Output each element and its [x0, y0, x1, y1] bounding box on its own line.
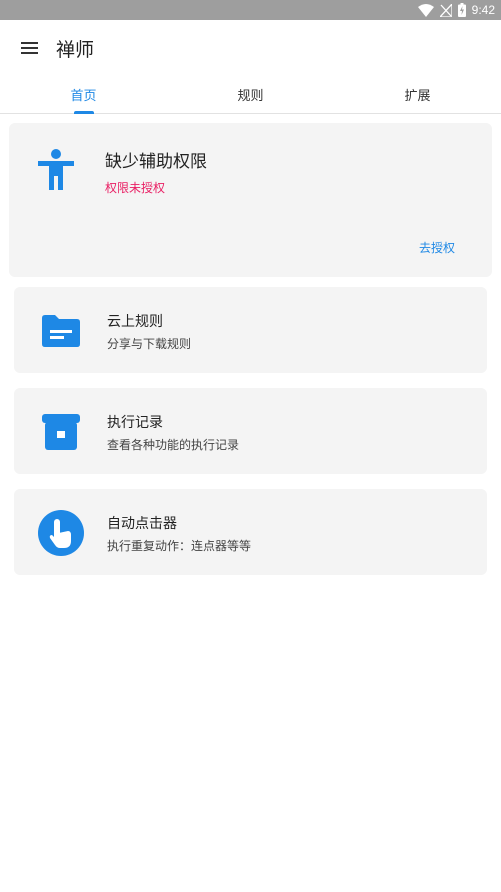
tab-bar: 首页 规则 扩展 [0, 76, 501, 114]
permission-card: 缺少辅助权限 权限未授权 去授权 [9, 123, 492, 277]
auto-clicker-title: 自动点击器 [107, 516, 177, 532]
tab-rules-label: 规则 [237, 89, 264, 104]
battery-charging-icon [457, 3, 466, 17]
auto-clicker-subtitle: 执行重复动作：连点器等等 [107, 539, 252, 553]
permission-status: 权限未授权 [105, 181, 166, 195]
grant-permission-button[interactable]: 去授权 [419, 239, 455, 256]
cloud-rules-card[interactable]: 云上规则 分享与下载规则 [14, 287, 487, 373]
touch-icon [38, 510, 84, 556]
status-time: 9:42 [471, 3, 495, 17]
tab-extensions[interactable]: 扩展 [334, 76, 501, 113]
archive-icon [38, 409, 84, 455]
folder-icon [38, 308, 84, 354]
permission-title: 缺少辅助权限 [105, 152, 207, 172]
menu-icon[interactable] [0, 20, 60, 76]
tab-indicator [73, 111, 94, 114]
tab-extensions-label: 扩展 [404, 89, 431, 104]
cloud-rules-title: 云上规则 [107, 314, 163, 330]
execution-log-title: 执行记录 [107, 415, 163, 431]
status-bar: 9:42 [0, 0, 501, 20]
no-signal-icon [439, 3, 452, 17]
execution-log-subtitle: 查看各种功能的执行记录 [107, 438, 240, 452]
accessibility-icon [36, 148, 76, 192]
app-title: 禅师 [56, 38, 95, 61]
app-bar: 禅师 [0, 20, 501, 76]
tab-rules[interactable]: 规则 [167, 76, 334, 113]
tab-home-label: 首页 [70, 89, 97, 104]
auto-clicker-card[interactable]: 自动点击器 执行重复动作：连点器等等 [14, 489, 487, 575]
wifi-icon [417, 3, 434, 17]
tab-home[interactable]: 首页 [0, 76, 167, 114]
cloud-rules-subtitle: 分享与下载规则 [107, 337, 192, 351]
execution-log-card[interactable]: 执行记录 查看各种功能的执行记录 [14, 388, 487, 474]
